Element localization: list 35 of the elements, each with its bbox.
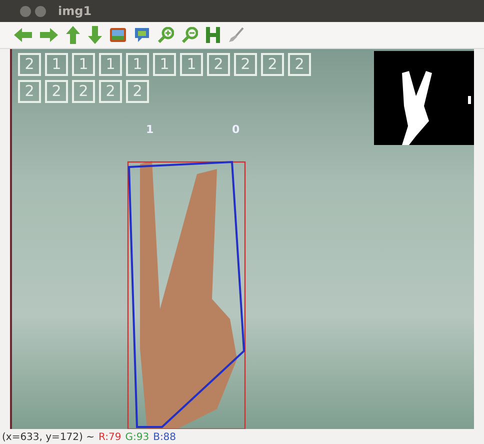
digit-box: 2 bbox=[18, 53, 41, 76]
brush-icon[interactable] bbox=[228, 27, 244, 43]
minimize-icon[interactable] bbox=[35, 6, 46, 16]
status-text: (x=633, y=172) ~ bbox=[2, 432, 94, 442]
digit-box: 1 bbox=[72, 53, 95, 76]
image-icon[interactable] bbox=[110, 28, 126, 42]
zoom-in-icon[interactable] bbox=[158, 27, 174, 43]
digit-box: 2 bbox=[234, 53, 257, 76]
digit-box: 1 bbox=[153, 53, 176, 76]
down-arrow-icon[interactable] bbox=[88, 26, 102, 44]
digit-box: 2 bbox=[99, 80, 122, 103]
left-arrow-icon[interactable] bbox=[14, 28, 32, 42]
window-title: img1 bbox=[58, 4, 92, 18]
digit-box: 1 bbox=[45, 53, 68, 76]
status-text: B:88 bbox=[153, 432, 176, 442]
digit-box: 1 bbox=[99, 53, 122, 76]
digit-box: 2 bbox=[72, 80, 95, 103]
digit-box: 1 bbox=[126, 53, 149, 76]
digit-box: 2 bbox=[288, 53, 311, 76]
up-arrow-icon[interactable] bbox=[66, 26, 80, 44]
point-label: 0 bbox=[232, 123, 240, 136]
digit-box: 2 bbox=[126, 80, 149, 103]
save-icon[interactable] bbox=[206, 27, 220, 43]
status-text: G:93 bbox=[125, 432, 150, 442]
digit-box: 2 bbox=[261, 53, 284, 76]
zoom-out-icon[interactable] bbox=[182, 27, 198, 43]
digit-box: 2 bbox=[18, 80, 41, 103]
point-label: 1 bbox=[146, 123, 154, 136]
digit-box: 1 bbox=[180, 53, 203, 76]
digit-box: 2 bbox=[45, 80, 68, 103]
right-arrow-icon[interactable] bbox=[40, 28, 58, 42]
status-text: R:79 bbox=[98, 432, 122, 442]
close-icon[interactable] bbox=[20, 6, 31, 16]
digit-box: 2 bbox=[207, 53, 230, 76]
panel-icon[interactable] bbox=[134, 27, 150, 43]
